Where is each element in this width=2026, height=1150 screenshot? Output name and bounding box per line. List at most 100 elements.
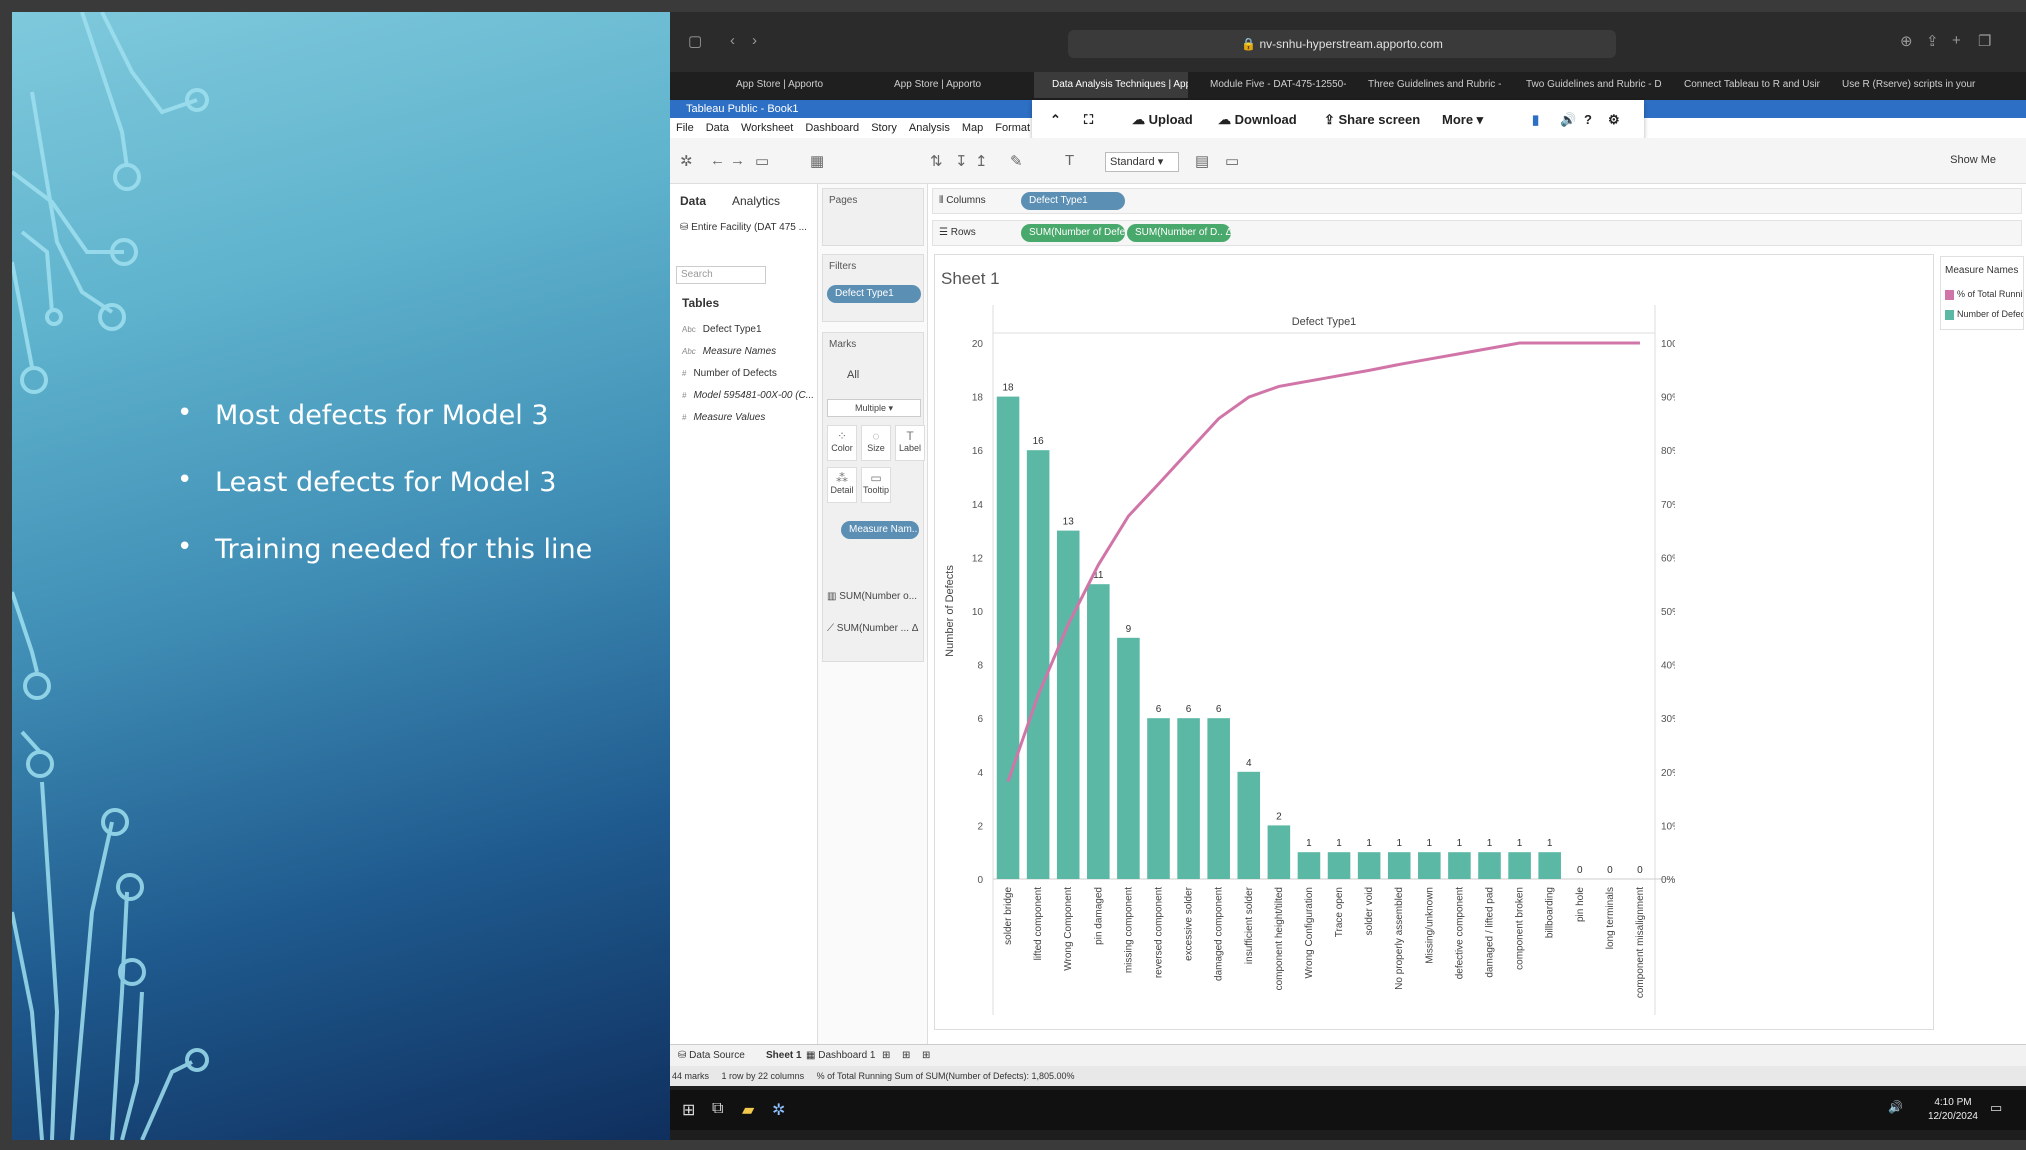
swap-icon[interactable]: ⇅ <box>930 152 943 170</box>
fit-select[interactable]: Standard ▾ <box>1105 152 1179 172</box>
field-item[interactable]: # Model 595481-00X-00 (C... <box>682 390 814 401</box>
measure-names-pill[interactable]: Measure Nam.. <box>841 521 919 539</box>
y-axis-title: Number of Defects <box>944 565 956 657</box>
browser-tab-2[interactable]: App Store | Apporto <box>876 72 1030 98</box>
more-button[interactable]: More ▾ <box>1442 112 1483 128</box>
sum-bar-card[interactable]: ▥ SUM(Number o... <box>827 591 917 602</box>
marks-card: Marks All Multiple ▾ ⁘ Color ◌ Size T Label… <box>822 332 925 662</box>
browser-tab-3[interactable]: Data Analysis Techniques | App... <box>1034 72 1188 98</box>
undo-icon[interactable]: ← <box>710 152 725 169</box>
browser-tab-7[interactable]: Connect Tableau to R and Using... <box>1666 72 1820 98</box>
mark-type-select[interactable]: Multiple ▾ <box>827 399 921 417</box>
bar <box>1387 852 1411 879</box>
field-label: Number of Defects <box>693 368 777 379</box>
menu-story[interactable]: Story <box>871 122 897 134</box>
new-tab-icon[interactable]: + <box>1952 32 1961 49</box>
tab-sheet-1[interactable]: Sheet 1 <box>766 1050 802 1061</box>
tooltip-button[interactable]: ▭ Tooltip <box>861 467 891 503</box>
menu-worksheet[interactable]: Worksheet <box>741 122 793 134</box>
address-bar[interactable]: 🔒 nv-snhu-hyperstream.apporto.com <box>1068 30 1616 58</box>
sum-line-card[interactable]: ⟋ SUM(Number ... Δ <box>827 623 918 634</box>
browser-tab-6[interactable]: Two Guidelines and Rubric - DA... <box>1508 72 1662 98</box>
field-item[interactable]: Abc Measure Names <box>682 346 776 357</box>
sidebar-icon[interactable]: ▢ <box>688 32 702 50</box>
tab-dashboard-1[interactable]: ▦ Dashboard 1 <box>806 1050 876 1061</box>
settings-icon[interactable]: ⚙ <box>1608 112 1620 128</box>
browser-tab-4[interactable]: Module Five - DAT-475-12550-... <box>1192 72 1346 98</box>
new-worksheet-icon[interactable]: ⊞ <box>882 1050 890 1061</box>
help-icon[interactable]: ? <box>1584 112 1592 127</box>
tab-sheet-1-label: Sheet 1 <box>766 1050 802 1061</box>
menu-dashboard[interactable]: Dashboard <box>805 122 859 134</box>
menu-map[interactable]: Map <box>962 122 983 134</box>
field-item[interactable]: Abc Defect Type1 <box>682 324 762 335</box>
browser-tab-1[interactable]: App Store | Apporto <box>718 72 872 98</box>
bar-value-label: 18 <box>1002 383 1014 394</box>
menu-format[interactable]: Format <box>995 122 1030 134</box>
sort-desc-icon[interactable]: ↥ <box>975 152 988 170</box>
rows-pill-2[interactable]: SUM(Number of D.. Δ <box>1127 224 1231 242</box>
bar-value-label: 4 <box>1246 758 1252 769</box>
status-bar: 44 marks 1 row by 22 columns % of Total … <box>670 1066 2026 1086</box>
x-tick-label: No properly assembled <box>1394 887 1405 990</box>
marks-all-label[interactable]: All <box>847 369 859 381</box>
file-explorer-icon[interactable]: ▰ <box>742 1100 754 1120</box>
browser-tab-8[interactable]: Use R (Rserve) scripts in your fl... <box>1824 72 1978 98</box>
color-label: Color <box>831 443 853 453</box>
notifications-icon[interactable]: ▭ <box>1990 1100 2002 1116</box>
tab-analytics[interactable]: Analytics <box>732 194 780 208</box>
back-icon[interactable]: ‹ <box>730 32 735 49</box>
task-view-icon[interactable]: ⧉ <box>712 1100 723 1118</box>
share-icon[interactable]: ⇪ <box>1926 32 1939 50</box>
tab-data[interactable]: Data <box>680 194 706 208</box>
clock-time: 4:10 PM <box>1934 1097 1972 1108</box>
label-button[interactable]: T Label <box>895 425 925 461</box>
new-story-icon[interactable]: ⊞ <box>922 1050 930 1061</box>
download-button[interactable]: ☁ Download <box>1218 112 1297 128</box>
field-item[interactable]: # Measure Values <box>682 412 765 423</box>
search-input[interactable]: Search <box>676 266 766 284</box>
download-icon[interactable]: ⊕ <box>1900 32 1913 50</box>
save-icon[interactable]: ▭ <box>755 152 769 170</box>
filter-pill[interactable]: Defect Type1 <box>827 285 921 303</box>
new-sheet-icon[interactable]: ▦ <box>810 152 824 170</box>
field-item[interactable]: # Number of Defects <box>682 368 777 379</box>
size-button[interactable]: ◌ Size <box>861 425 891 461</box>
datasource-item[interactable]: ⛁ Entire Facility (DAT 475 ... <box>680 222 807 233</box>
detail-icon: ⁂ <box>836 471 848 485</box>
detail-button[interactable]: ⁂ Detail <box>827 467 857 503</box>
sort-asc-icon[interactable]: ↧ <box>955 152 968 170</box>
rows-pill-1[interactable]: SUM(Number of Defe.. <box>1021 224 1125 242</box>
x-tick-label: Trace open <box>1334 887 1345 937</box>
tab-overview-icon[interactable]: ❐ <box>1978 32 1991 50</box>
data-pane: Data Analytics ⛁ Entire Facility (DAT 47… <box>670 184 818 1044</box>
windows-start-icon[interactable]: ⊞ <box>682 1100 695 1120</box>
upload-button[interactable]: ☁ Upload <box>1132 112 1193 128</box>
forward-icon[interactable]: › <box>752 32 757 49</box>
speaker-icon[interactable]: 🔊 <box>1888 1100 1903 1114</box>
system-clock[interactable]: 4:10 PM 12/20/2024 <box>1928 1096 1978 1124</box>
redo-icon[interactable]: → <box>730 152 745 169</box>
collapse-icon[interactable]: ⌃ <box>1050 112 1061 128</box>
legend-item-running-pct[interactable]: % of Total Running S... <box>1945 289 2023 300</box>
y2-tick-label: 40% <box>1661 661 1675 672</box>
browser-tab-5[interactable]: Three Guidelines and Rubric - D... <box>1350 72 1504 98</box>
menu-data[interactable]: Data <box>706 122 729 134</box>
share-screen-button[interactable]: ⇪ Share screen <box>1324 112 1420 128</box>
color-button[interactable]: ⁘ Color <box>827 425 857 461</box>
columns-pill[interactable]: Defect Type1 <box>1021 192 1125 210</box>
volume-icon[interactable]: 🔊 <box>1560 112 1576 128</box>
menu-file[interactable]: File <box>676 122 694 134</box>
card-icon[interactable]: ▤ <box>1195 152 1209 170</box>
menu-analysis[interactable]: Analysis <box>909 122 950 134</box>
new-dashboard-icon[interactable]: ⊞ <box>902 1050 910 1061</box>
tableau-app-icon[interactable]: ✲ <box>772 1100 785 1120</box>
legend-item-defects[interactable]: Number of Defects <box>1945 309 2023 320</box>
show-me-button[interactable]: Show Me <box>1950 154 1996 166</box>
highlight-icon[interactable]: ✎ <box>1010 152 1023 170</box>
presentation-icon[interactable]: ▭ <box>1225 152 1239 170</box>
labels-icon[interactable]: T <box>1065 152 1074 169</box>
fullscreen-icon[interactable]: ⛶ <box>1084 112 1093 128</box>
pareto-chart[interactable]: Defect Type1024681012141618200%10%20%30%… <box>935 255 1675 1015</box>
tab-data-source[interactable]: ⛁ Data Source <box>678 1050 745 1061</box>
